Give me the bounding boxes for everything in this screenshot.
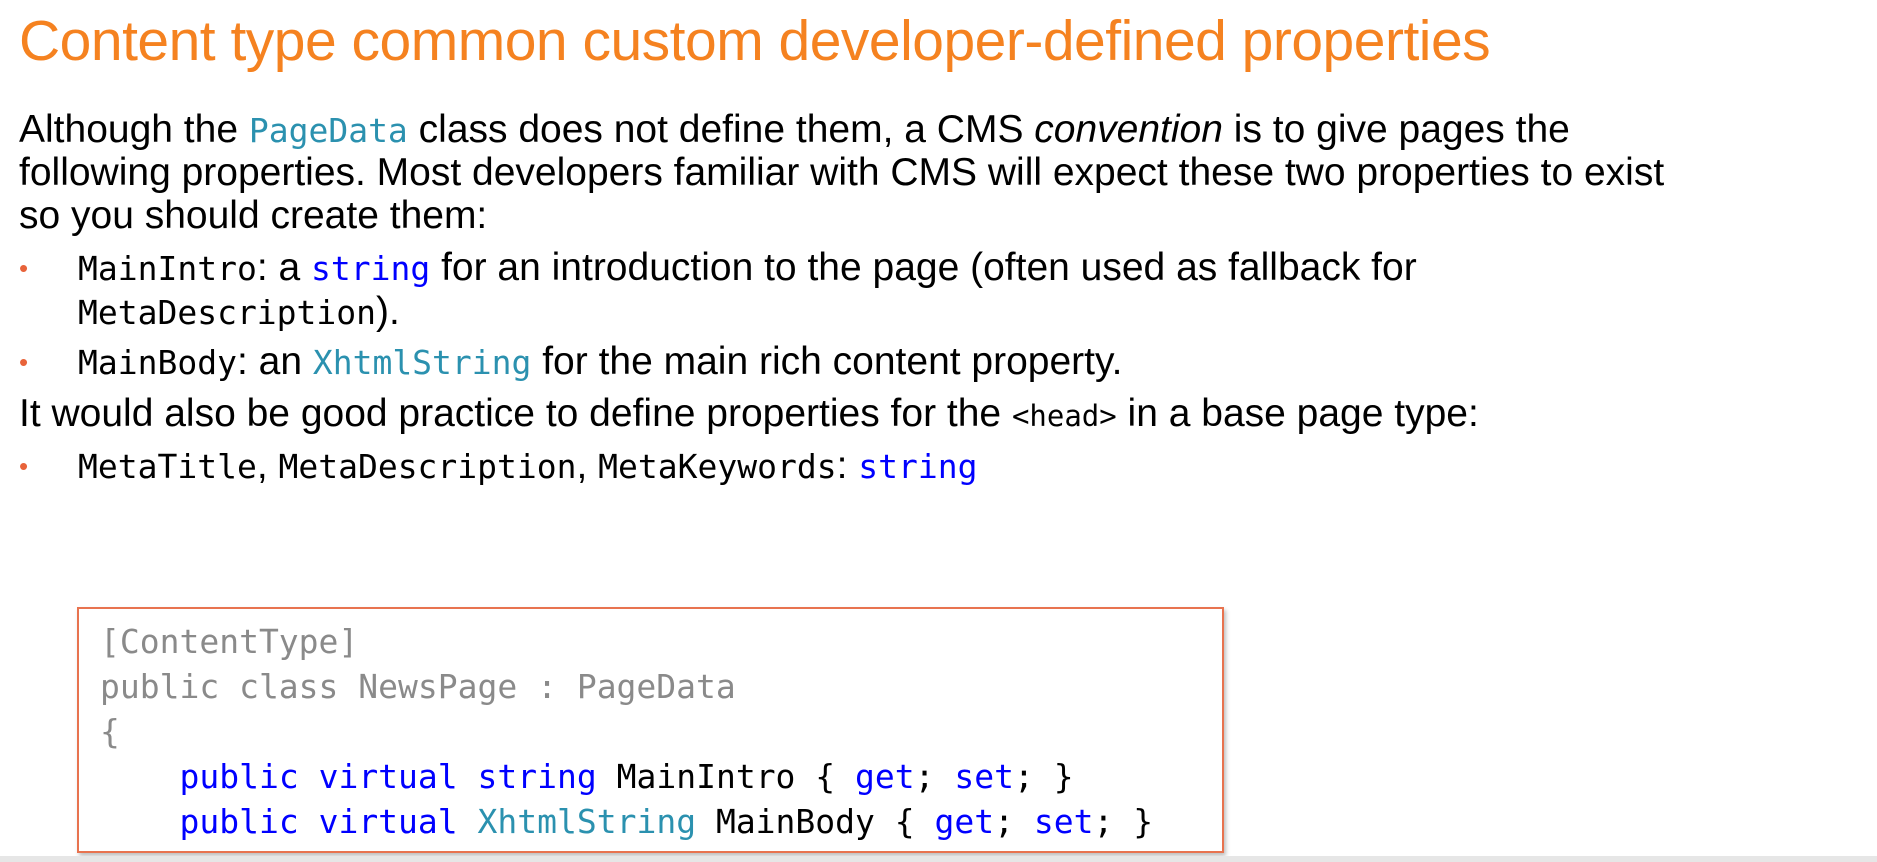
- bullet-text: MetaDescription).: [78, 286, 400, 339]
- para-text: It would also be good practice to define…: [19, 392, 1012, 435]
- keyword: get: [855, 757, 915, 796]
- property-name: MetaTitle: [78, 447, 257, 486]
- keyword: public: [179, 802, 299, 841]
- code-line-main-intro: public virtual string MainIntro { get; s…: [100, 754, 1074, 799]
- property-name: MainBody: [78, 343, 237, 382]
- type-keyword: string: [477, 757, 597, 796]
- property-name: MetaDescription: [78, 293, 377, 332]
- punct: ; }: [1014, 757, 1074, 796]
- member: MainBody {: [696, 802, 935, 841]
- head-paragraph: It would also be good practice to define…: [19, 388, 1479, 442]
- code-line-main-body: public virtual XhtmlString MainBody { ge…: [100, 799, 1153, 844]
- keyword: virtual: [318, 757, 458, 796]
- bullet-desc: for an introduction to the page (often u…: [430, 246, 1417, 289]
- type-name: string: [311, 249, 431, 288]
- slide-title: Content type common custom developer-def…: [19, 9, 1491, 73]
- comma: ,: [576, 444, 599, 487]
- property-name: MetaDescription: [278, 447, 577, 486]
- property-name: MetaKeywords: [598, 447, 837, 486]
- punct: ;: [994, 802, 1034, 841]
- bullet-sep: : a: [256, 246, 312, 289]
- convention-emphasis: convention: [1034, 108, 1223, 151]
- bullet-marker: •: [19, 347, 29, 377]
- punct: ; }: [1093, 802, 1154, 841]
- code-sample: [ContentType] public class NewsPage : Pa…: [77, 607, 1224, 853]
- keyword: get: [934, 802, 995, 841]
- type-name: string: [858, 447, 978, 486]
- comma: ,: [256, 444, 279, 487]
- bullet-marker: •: [19, 253, 29, 283]
- bullet-desc: for the main rich content property.: [531, 340, 1123, 383]
- type-name: XhtmlString: [477, 802, 697, 841]
- code-line-open-brace: {: [100, 712, 120, 751]
- member: MainIntro {: [596, 757, 856, 796]
- code-line-class-decl: public class NewsPage : PageData: [100, 667, 736, 706]
- bullet-text: MetaTitle, MetaDescription, MetaKeywords…: [78, 440, 977, 493]
- head-tag-code: <head>: [1011, 399, 1117, 433]
- intro-text: class does not define them, a CMS: [407, 108, 1035, 151]
- para-text: in a base page type:: [1116, 392, 1479, 435]
- keyword: virtual: [318, 802, 458, 841]
- bullet-sep: :: [836, 444, 859, 487]
- intro-text: Although the: [19, 108, 249, 151]
- pagedata-code: PageData: [248, 111, 408, 150]
- keyword: public: [179, 757, 299, 796]
- code-line-attribute: [ContentType]: [100, 622, 359, 661]
- bullet-desc: ).: [376, 290, 400, 333]
- bullet-sep: : an: [236, 340, 313, 383]
- intro-text: is to give pages the: [1222, 108, 1570, 151]
- type-name: XhtmlString: [312, 343, 532, 382]
- bullet-marker: •: [19, 451, 29, 481]
- punct: ;: [914, 757, 955, 796]
- keyword: set: [1033, 802, 1094, 841]
- property-name: MainIntro: [78, 249, 257, 288]
- keyword: set: [954, 757, 1014, 796]
- intro-line-3: so you should create them:: [19, 194, 488, 237]
- bottom-divider: [0, 856, 1877, 862]
- bullet-text: MainBody: an XhtmlString for the main ri…: [78, 336, 1122, 389]
